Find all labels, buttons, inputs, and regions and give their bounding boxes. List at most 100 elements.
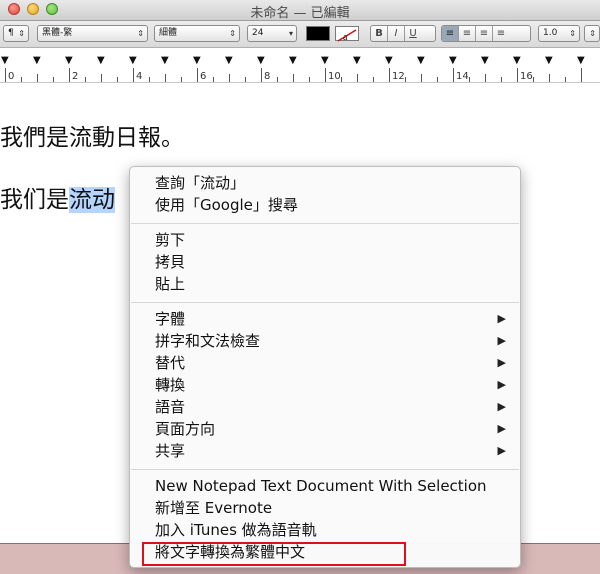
- title-bar: 未命名 — 已編輯: [0, 0, 600, 21]
- tab-stop-icon[interactable]: ▼: [33, 55, 41, 66]
- font-family-value: 黑體-繁: [42, 28, 73, 38]
- document-line-2[interactable]: 我们是流动: [0, 180, 115, 214]
- ruler-tick: [165, 74, 166, 82]
- ruler-tick: [5, 68, 6, 82]
- align-left-icon[interactable]: ≡: [442, 26, 459, 41]
- chevron-down-icon: ⇕: [569, 29, 576, 38]
- font-size-value: 24: [252, 28, 264, 38]
- tab-stop-icon[interactable]: ▼: [161, 55, 169, 66]
- tab-stop-icon[interactable]: ▼: [257, 55, 265, 66]
- ruler-tick: [53, 77, 54, 82]
- chevron-down-icon: ⇕: [589, 29, 596, 38]
- tab-stop-icon[interactable]: ▼: [449, 55, 457, 66]
- document-line-1[interactable]: 我們是流動日報。: [0, 118, 184, 152]
- ruler-tick: [21, 77, 22, 82]
- menu-item-cut[interactable]: 剪下: [130, 229, 520, 251]
- svg-text:a: a: [343, 32, 348, 42]
- ruler-tick: [117, 77, 118, 82]
- tab-stop-icon[interactable]: ▼: [353, 55, 361, 66]
- tab-stop-icon[interactable]: ▼: [577, 55, 585, 66]
- menu-item-font[interactable]: 字體 ▶: [130, 308, 520, 330]
- ruler-tick: [453, 68, 454, 82]
- line-spacing-dropdown[interactable]: 1.0 ⇕: [538, 25, 580, 42]
- ruler-tick: [293, 74, 294, 82]
- menu-item-speech[interactable]: 語音 ▶: [130, 396, 520, 418]
- ruler-tick: [309, 77, 310, 82]
- ruler-label: 8: [264, 71, 271, 82]
- tab-stop-icon[interactable]: ▼: [321, 55, 329, 66]
- tab-stop-icon[interactable]: ▼: [417, 55, 425, 66]
- tab-stop-icon[interactable]: ▼: [129, 55, 137, 66]
- ruler-label: 4: [136, 71, 143, 82]
- tab-stop-icon[interactable]: ▼: [97, 55, 105, 66]
- list-style-dropdown[interactable]: ⇕: [584, 25, 600, 42]
- highlight-color-swatch[interactable]: a: [335, 26, 359, 43]
- tab-stop-icon[interactable]: ▼: [481, 55, 489, 66]
- annotation-highlight-box: [142, 542, 406, 566]
- align-center-icon[interactable]: ≡: [459, 26, 476, 41]
- align-justify-icon[interactable]: ≡: [493, 26, 509, 41]
- submenu-arrow-icon: ▶: [497, 312, 506, 325]
- ruler-tick: [37, 74, 38, 82]
- submenu-arrow-icon: ▶: [497, 334, 506, 347]
- ruler-tick: [261, 68, 262, 82]
- text-style-buttons: B I U: [370, 25, 436, 42]
- ruler-label: 2: [72, 71, 79, 82]
- menu-item-spelling[interactable]: 拼字和文法檢查 ▶: [130, 330, 520, 352]
- menu-item-copy[interactable]: 拷貝: [130, 251, 520, 273]
- font-style-dropdown[interactable]: 細體 ⇕: [154, 25, 240, 42]
- tab-stop-icon[interactable]: ▼: [289, 55, 297, 66]
- menu-item-add-itunes[interactable]: 加入 iTunes 做為語音軌: [130, 519, 520, 541]
- ruler-tick: [133, 68, 134, 82]
- tab-stop-icon[interactable]: ▼: [65, 55, 73, 66]
- tab-stop-icon[interactable]: ▼: [513, 55, 521, 66]
- tab-stop-icon[interactable]: ▼: [225, 55, 233, 66]
- italic-button[interactable]: I: [388, 26, 405, 41]
- menu-separator: [131, 469, 519, 470]
- menu-item-share[interactable]: 共享 ▶: [130, 440, 520, 462]
- ruler-tick: [85, 77, 86, 82]
- no-color-icon: a: [337, 29, 357, 43]
- font-size-combo[interactable]: 24 ▾: [247, 25, 297, 42]
- ruler-tick: [213, 77, 214, 82]
- ruler-tick: [517, 68, 518, 82]
- tab-stop-icon[interactable]: ▼: [545, 55, 553, 66]
- ruler-tick: [373, 77, 374, 82]
- tab-stop-icon[interactable]: ▼: [1, 55, 9, 66]
- bold-button[interactable]: B: [371, 26, 388, 41]
- ruler-tick: [149, 77, 150, 82]
- menu-item-search-google[interactable]: 使用「Google」搜尋: [130, 194, 520, 216]
- tab-stop-icon[interactable]: ▼: [385, 55, 393, 66]
- selected-text: 流动: [69, 187, 115, 213]
- menu-item-paste[interactable]: 貼上: [130, 273, 520, 295]
- menu-item-new-notepad[interactable]: New Notepad Text Document With Selection: [130, 475, 520, 497]
- ruler-tick: [437, 77, 438, 82]
- underline-button[interactable]: U: [405, 26, 421, 41]
- align-right-icon[interactable]: ≡: [476, 26, 493, 41]
- chevron-down-icon: ⇕: [18, 29, 25, 38]
- chevron-down-icon: ⇕: [137, 29, 144, 38]
- context-menu: 查詢「流动」 使用「Google」搜尋 剪下 拷貝 貼上 字體 ▶ 拼字和文法檢查…: [129, 166, 521, 568]
- menu-item-substitutions[interactable]: 替代 ▶: [130, 352, 520, 374]
- ruler-tick: [101, 74, 102, 82]
- chevron-down-icon: ⇕: [229, 29, 236, 38]
- submenu-arrow-icon: ▶: [497, 378, 506, 391]
- ruler-label: 6: [200, 71, 207, 82]
- font-family-dropdown[interactable]: 黑體-繁 ⇕: [37, 25, 148, 42]
- ruler-tick: [581, 68, 582, 82]
- menu-item-lookup[interactable]: 查詢「流动」: [130, 172, 520, 194]
- window-title: 未命名 — 已編輯: [250, 6, 350, 21]
- text-color-swatch[interactable]: [306, 26, 330, 41]
- menu-item-layout-orientation[interactable]: 頁面方向 ▶: [130, 418, 520, 440]
- font-style-value: 細體: [159, 28, 178, 38]
- menu-item-transformations[interactable]: 轉換 ▶: [130, 374, 520, 396]
- tab-stop-icon[interactable]: ▼: [193, 55, 201, 66]
- menu-item-add-evernote[interactable]: 新增至 Evernote: [130, 497, 520, 519]
- ruler-tick: [229, 74, 230, 82]
- ruler[interactable]: 0 2 4 6 8 10 12 14 16 ▼ ▼ ▼ ▼ ▼ ▼ ▼ ▼ ▼ ▼ ▼ ▼ ▼ ▼ ▼ ▼ ▼ ▼ ▼: [0, 48, 600, 83]
- submenu-arrow-icon: ▶: [497, 400, 506, 413]
- ruler-tick: [405, 77, 406, 82]
- chevron-down-icon: ▾: [288, 29, 293, 38]
- paragraph-style-dropdown[interactable]: ¶ ⇕: [3, 25, 29, 42]
- ruler-tick: [69, 68, 70, 82]
